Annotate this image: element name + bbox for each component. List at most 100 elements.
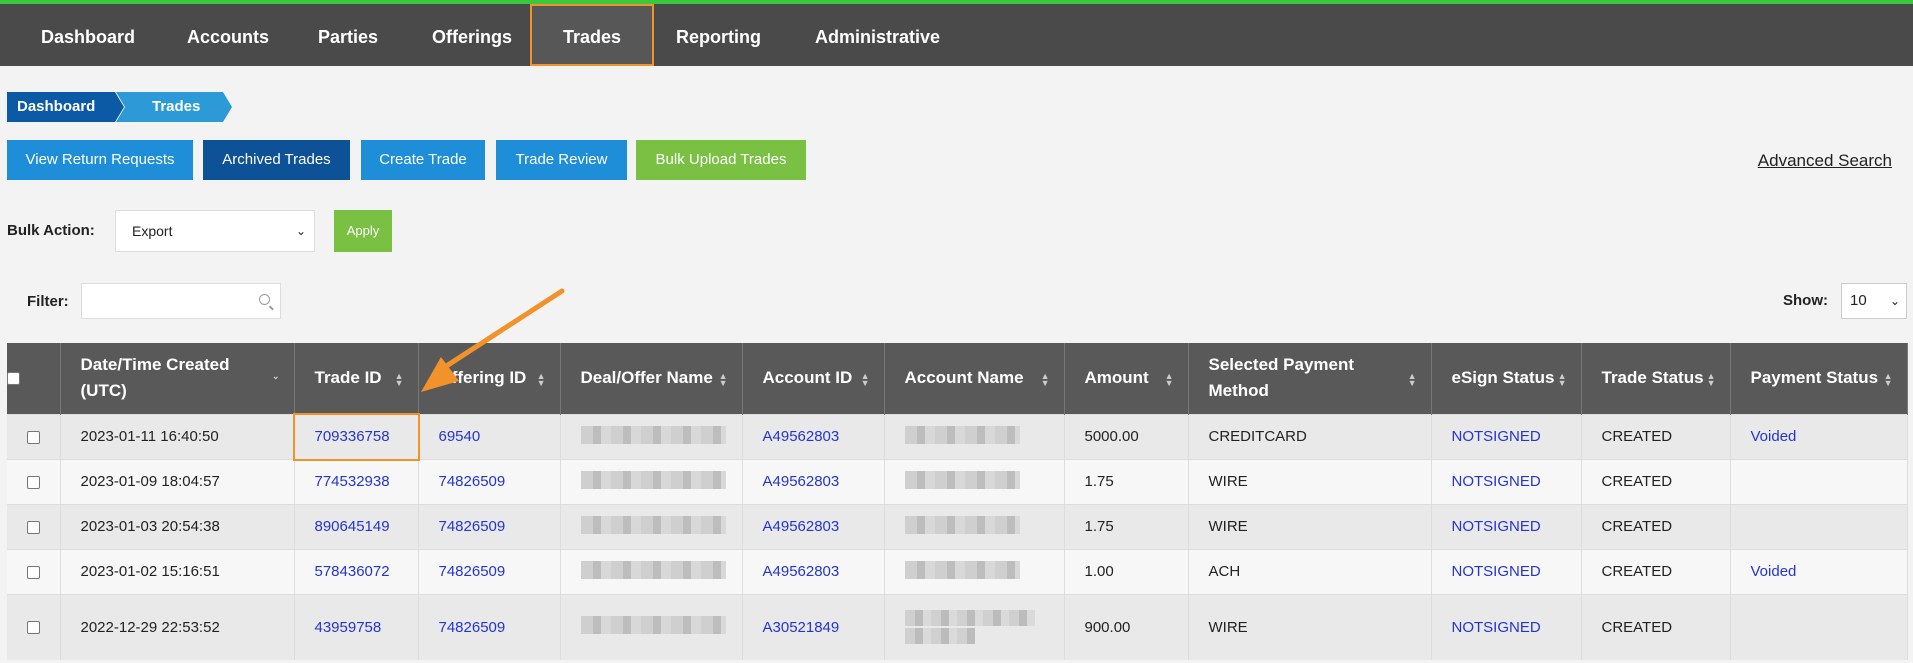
offering-id-link[interactable]: 74826509 — [418, 593, 561, 660]
esign-status-link[interactable]: NOTSIGNED — [1431, 593, 1582, 660]
row-checkbox[interactable] — [26, 430, 40, 444]
trade-status-cell: CREATED — [1581, 548, 1731, 594]
sort-icon: ▲ ▼ — [1407, 371, 1417, 388]
payment-status-link[interactable]: Voided — [1730, 548, 1908, 594]
account-name-cell — [884, 413, 1065, 459]
redacted-text — [904, 560, 1020, 579]
column-label: Amount — [1084, 368, 1149, 388]
offering-id-link[interactable]: 74826509 — [418, 548, 561, 594]
chevron-down-icon: ⌄ — [1889, 294, 1900, 308]
payment-method-cell: ACH — [1188, 548, 1432, 594]
esign-status-link[interactable]: NOTSIGNED — [1431, 548, 1582, 594]
show-entries-select[interactable]: 10 ⌄ — [1841, 283, 1907, 319]
column-offering-id[interactable]: Offering ID ▲ ▼ — [418, 343, 561, 414]
trade-id-link[interactable]: 890645149 — [294, 503, 419, 549]
redacted-text — [904, 425, 1020, 444]
account-id-link[interactable]: A49562803 — [742, 413, 885, 459]
trade-status-cell: CREATED — [1581, 413, 1731, 459]
row-select-cell — [7, 413, 61, 459]
chevron-down-icon: ⌄ — [295, 224, 306, 238]
archived-trades-button[interactable]: Archived Trades — [203, 140, 350, 180]
column-trade-id[interactable]: Trade ID ▲ ▼ — [294, 343, 419, 414]
highlight-box — [293, 413, 420, 461]
row-checkbox[interactable] — [26, 475, 40, 489]
nav-administrative[interactable]: Administrative — [815, 8, 940, 66]
column-trade-status[interactable]: Trade Status ▲ ▼ — [1581, 343, 1731, 414]
top-navigation: Dashboard Accounts Parties Offerings Tra… — [0, 0, 1913, 66]
show-entries-selected: 10 — [1850, 292, 1867, 309]
breadcrumb-dashboard[interactable]: Dashboard — [7, 92, 124, 122]
nav-accounts[interactable]: Accounts — [187, 8, 269, 66]
column-label: Account ID — [762, 368, 853, 388]
bulk-action-select[interactable]: Export ⌄ — [115, 210, 315, 252]
esign-status-link[interactable]: NOTSIGNED — [1431, 503, 1582, 549]
redacted-text — [580, 515, 726, 534]
deal-name-cell — [560, 413, 743, 459]
account-name-cell — [884, 503, 1065, 549]
select-all-header — [7, 343, 61, 414]
account-id-link[interactable]: A49562803 — [742, 503, 885, 549]
date-cell: 2023-01-09 18:04:57 — [60, 458, 295, 504]
nav-offerings[interactable]: Offerings — [432, 8, 512, 66]
account-id-link[interactable]: A49562803 — [742, 458, 885, 504]
show-label: Show: — [1783, 292, 1828, 309]
apply-button[interactable]: Apply — [334, 210, 392, 252]
breadcrumb-trades[interactable]: Trades — [116, 92, 232, 122]
bulk-action-label: Bulk Action: — [7, 222, 95, 239]
column-account-name[interactable]: Account Name ▲ ▼ — [884, 343, 1065, 414]
account-id-link[interactable]: A30521849 — [742, 593, 885, 660]
create-trade-button[interactable]: Create Trade — [361, 140, 485, 180]
trade-review-button[interactable]: Trade Review — [496, 140, 627, 180]
offering-id-link[interactable]: 74826509 — [418, 458, 561, 504]
row-select-cell — [7, 458, 61, 504]
sort-icon: ▲ ▼ — [1040, 371, 1050, 388]
column-account-id[interactable]: Account ID ▲ ▼ — [742, 343, 885, 414]
esign-status-link[interactable]: NOTSIGNED — [1431, 458, 1582, 504]
sort-icon: ▲ ▼ — [536, 371, 546, 388]
bulk-action-selected: Export — [132, 223, 173, 239]
nav-trades[interactable]: Trades — [530, 4, 654, 66]
trade-status-cell: CREATED — [1581, 503, 1731, 549]
column-label: Date/Time Created (UTC) — [80, 355, 230, 401]
column-label: Payment Status — [1750, 368, 1879, 388]
deal-name-cell — [560, 593, 743, 660]
row-select-cell — [7, 593, 61, 660]
row-checkbox[interactable] — [26, 621, 40, 635]
deal-name-cell — [560, 503, 743, 549]
offering-id-link[interactable]: 69540 — [418, 413, 561, 459]
column-esign-status[interactable]: eSign Status ▲ ▼ — [1431, 343, 1582, 414]
trade-id-link[interactable]: 43959758 — [294, 593, 419, 660]
select-all-checkbox[interactable] — [7, 372, 20, 386]
filter-input[interactable] — [81, 283, 281, 319]
trade-id-link[interactable]: 774532938 — [294, 458, 419, 504]
payment-status-link[interactable] — [1730, 593, 1908, 660]
account-id-link[interactable]: A49562803 — [742, 548, 885, 594]
column-payment-status[interactable]: Payment Status ▲ ▼ — [1730, 343, 1908, 414]
nav-dashboard[interactable]: Dashboard — [41, 8, 135, 66]
payment-status-link[interactable] — [1730, 503, 1908, 549]
row-checkbox[interactable] — [26, 520, 40, 534]
payment-status-link[interactable]: Voided — [1730, 413, 1908, 459]
row-checkbox[interactable] — [26, 565, 40, 579]
table-row: 2023-01-09 18:04:57 774532938 74826509 A… — [7, 458, 1908, 504]
sort-icon: ▲ ▼ — [1883, 371, 1893, 388]
trade-status-cell: CREATED — [1581, 593, 1731, 660]
bulk-upload-trades-button[interactable]: Bulk Upload Trades — [636, 140, 806, 180]
payment-status-link[interactable] — [1730, 458, 1908, 504]
column-payment-method[interactable]: Selected Payment Method ▲ ▼ — [1188, 343, 1432, 414]
esign-status-link[interactable]: NOTSIGNED — [1431, 413, 1582, 459]
advanced-search-link[interactable]: Advanced Search — [1758, 151, 1892, 171]
date-cell: 2023-01-02 15:16:51 — [60, 548, 295, 594]
amount-cell: 1.00 — [1064, 548, 1189, 594]
offering-id-link[interactable]: 74826509 — [418, 503, 561, 549]
column-deal-name[interactable]: Deal/Offer Name ▲ ▼ — [560, 343, 743, 414]
trade-id-link[interactable]: 578436072 — [294, 548, 419, 594]
nav-parties[interactable]: Parties — [318, 8, 378, 66]
sort-icon: ▲ ▼ — [1164, 371, 1174, 388]
column-date[interactable]: Date/Time Created (UTC) ⌄ — [60, 343, 295, 414]
view-return-requests-button[interactable]: View Return Requests — [7, 140, 193, 180]
row-select-cell — [7, 503, 61, 549]
column-amount[interactable]: Amount ▲ ▼ — [1064, 343, 1189, 414]
nav-reporting[interactable]: Reporting — [676, 8, 761, 66]
payment-method-cell: CREDITCARD — [1188, 413, 1432, 459]
